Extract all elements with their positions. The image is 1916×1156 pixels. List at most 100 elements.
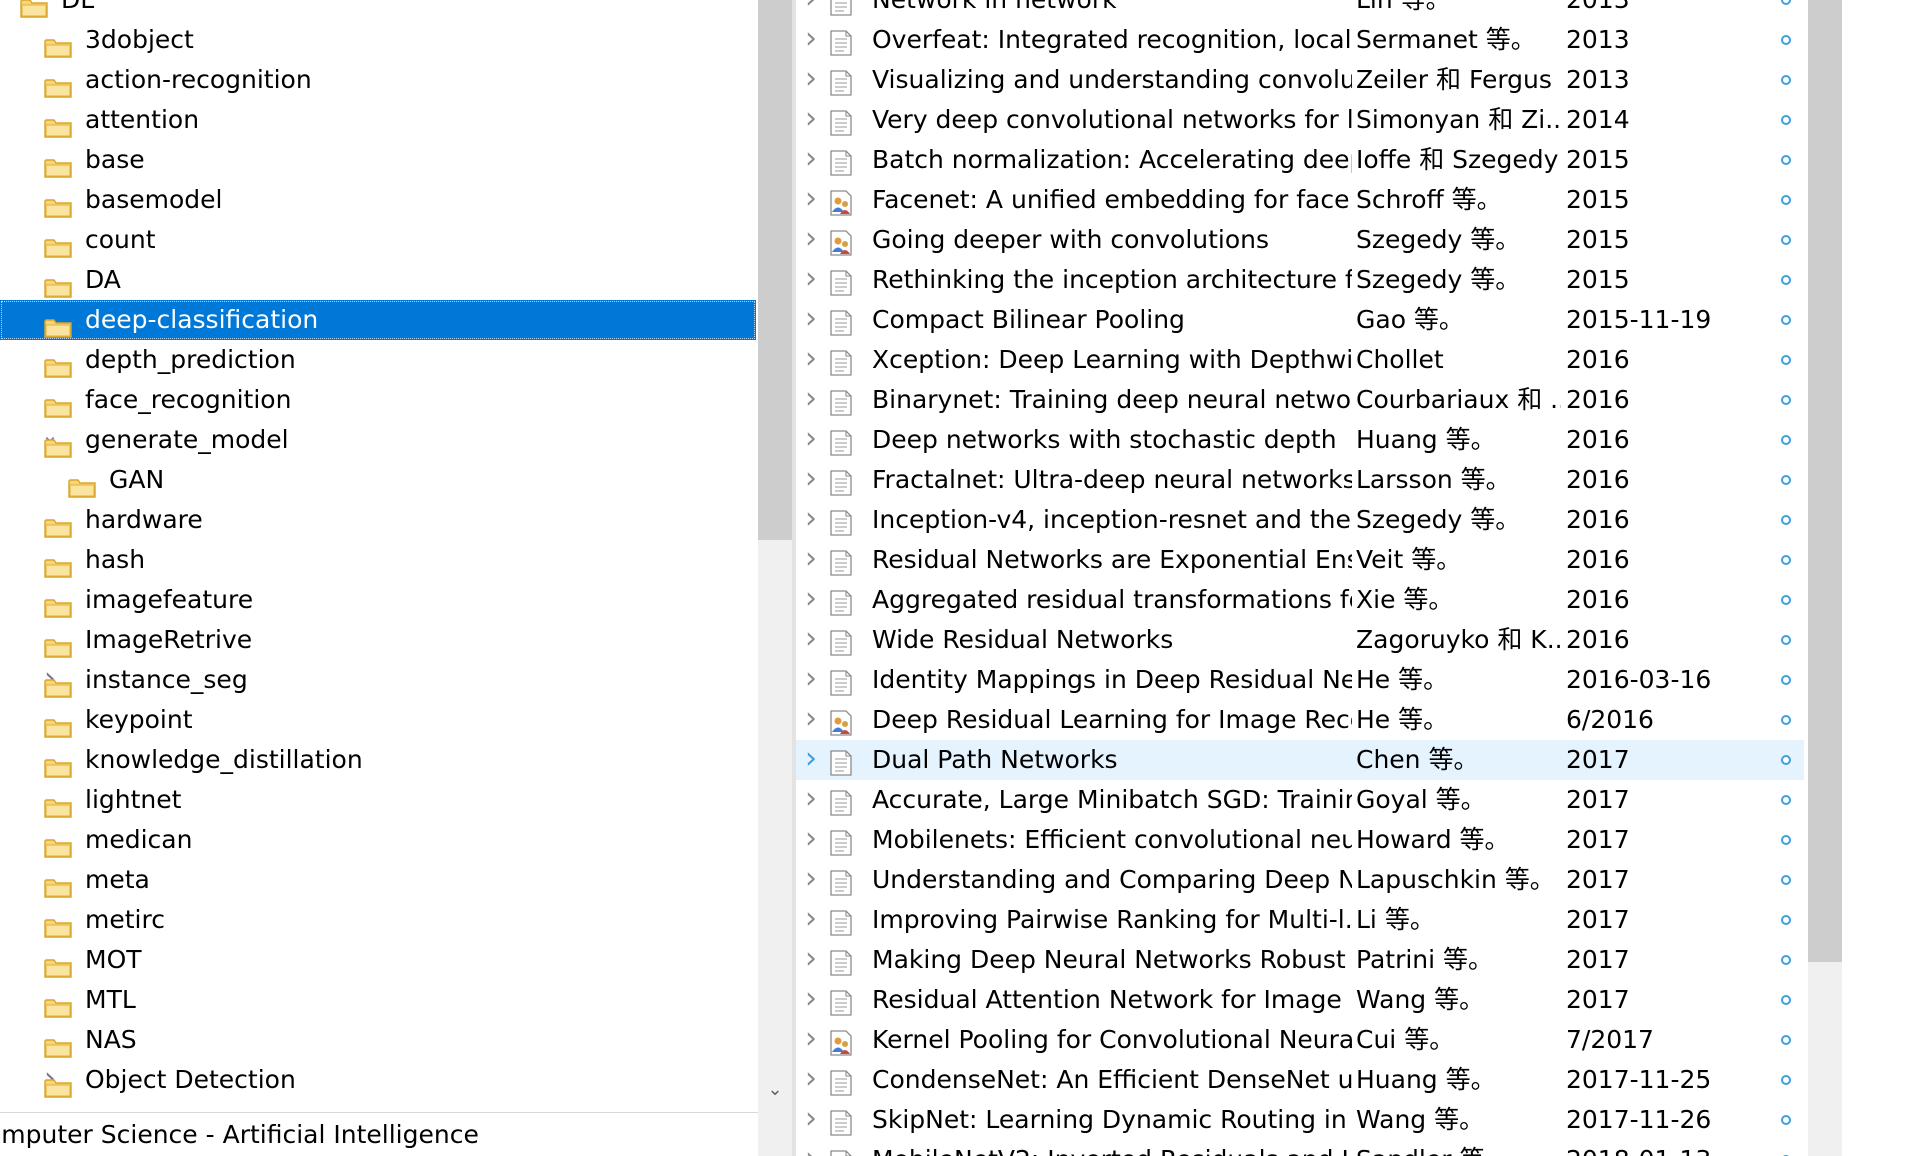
item-row[interactable]: › Visualizing and understanding convolu..… bbox=[796, 60, 1804, 100]
chevron-right-icon[interactable]: › bbox=[796, 700, 826, 740]
item-row[interactable]: › Deep Residual Learning for Image Reco..… bbox=[796, 700, 1804, 740]
item-row[interactable]: › Improving Pairwise Ranking for Multi-l.… bbox=[796, 900, 1804, 940]
tree-item-keypoint[interactable]: keypoint bbox=[0, 700, 758, 740]
chevron-right-icon[interactable]: › bbox=[796, 300, 826, 340]
tree-scrollbar-thumb[interactable] bbox=[758, 0, 792, 540]
tree-item-dl[interactable]: ⌄DL bbox=[0, 0, 758, 20]
item-row[interactable]: › CondenseNet: An Efficient DenseNet us..… bbox=[796, 1060, 1804, 1100]
item-row[interactable]: › Fractalnet: Ultra-deep neural networks … bbox=[796, 460, 1804, 500]
chevron-right-icon[interactable]: › bbox=[796, 1020, 826, 1060]
item-row[interactable]: › Kernel Pooling for Convolutional Neura.… bbox=[796, 1020, 1804, 1060]
tree-item-knowledge-distillation[interactable]: knowledge_distillation bbox=[0, 740, 758, 780]
tree-item-gan[interactable]: GAN bbox=[0, 460, 758, 500]
document-icon bbox=[830, 308, 852, 336]
chevron-right-icon[interactable]: › bbox=[796, 820, 826, 860]
item-row[interactable]: › Very deep convolutional networks for l.… bbox=[796, 100, 1804, 140]
item-row[interactable]: › Facenet: A unified embedding for face .… bbox=[796, 180, 1804, 220]
item-row[interactable]: › Dual Path Networks Chen 等。 2017 bbox=[796, 740, 1804, 780]
item-row[interactable]: › Deep networks with stochastic depth Huan… bbox=[796, 420, 1804, 460]
status-dot-icon bbox=[1781, 75, 1791, 85]
tree-item-depth-prediction[interactable]: depth_prediction bbox=[0, 340, 758, 380]
tree-item-da[interactable]: DA bbox=[0, 260, 758, 300]
tree-item-deep-classification[interactable]: deep-classification bbox=[0, 300, 756, 340]
chevron-right-icon[interactable]: › bbox=[796, 460, 826, 500]
item-row[interactable]: › Inception-v4, inception-resnet and the … bbox=[796, 500, 1804, 540]
chevron-right-icon[interactable]: › bbox=[796, 140, 826, 180]
item-row[interactable]: › Binarynet: Training deep neural networ.… bbox=[796, 380, 1804, 420]
chevron-right-icon[interactable]: › bbox=[796, 20, 826, 60]
chevron-right-icon[interactable]: › bbox=[796, 900, 826, 940]
tree-item-mot[interactable]: MOT bbox=[0, 940, 758, 980]
item-row[interactable]: › MobileNetV2: Inverted Residuals and Li.… bbox=[796, 1140, 1804, 1156]
tree-item-imagefeature[interactable]: imagefeature bbox=[0, 580, 758, 620]
tree-item-base[interactable]: base bbox=[0, 140, 758, 180]
chevron-right-icon[interactable]: › bbox=[796, 780, 826, 820]
tree-item-generate-model[interactable]: ⌄ generate_model bbox=[0, 420, 758, 460]
chevron-right-icon[interactable]: › bbox=[796, 260, 826, 300]
item-row[interactable]: › Residual Attention Network for Image ..… bbox=[796, 980, 1804, 1020]
tree-item-count[interactable]: count bbox=[0, 220, 758, 260]
document-icon bbox=[830, 28, 852, 56]
chevron-right-icon[interactable]: › bbox=[796, 580, 826, 620]
tree-item-3dobject[interactable]: 3dobject bbox=[0, 20, 758, 60]
item-row[interactable]: › Overfeat: Integrated recognition, local… bbox=[796, 20, 1804, 60]
item-row[interactable]: › Xception: Deep Learning with Depthwis..… bbox=[796, 340, 1804, 380]
tree-item-object-detection[interactable]: › Object Detection bbox=[0, 1060, 758, 1100]
tree-item-basemodel[interactable]: basemodel bbox=[0, 180, 758, 220]
chevron-right-icon[interactable]: › bbox=[796, 1140, 826, 1156]
chevron-right-icon[interactable]: › bbox=[796, 540, 826, 580]
chevron-right-icon[interactable]: › bbox=[796, 660, 826, 700]
item-row[interactable]: › Going deeper with convolutions Szegedy 等… bbox=[796, 220, 1804, 260]
chevron-right-icon[interactable]: › bbox=[796, 180, 826, 220]
items-scrollbar[interactable] bbox=[1808, 0, 1842, 1156]
tree-item-action-recognition[interactable]: action-recognition bbox=[0, 60, 758, 100]
tree-item-attention[interactable]: attention bbox=[0, 100, 758, 140]
item-row[interactable]: › Accurate, Large Minibatch SGD: Trainin.… bbox=[796, 780, 1804, 820]
tree-item-instance-seg[interactable]: › instance_seg bbox=[0, 660, 758, 700]
chevron-right-icon[interactable]: › bbox=[796, 420, 826, 460]
tree-scrollbar[interactable]: ⌄ bbox=[758, 0, 792, 1112]
tree-item-lightnet[interactable]: lightnet bbox=[0, 780, 758, 820]
tree-item-imageretrive[interactable]: ImageRetrive bbox=[0, 620, 758, 660]
tree-item-meta[interactable]: meta bbox=[0, 860, 758, 900]
item-row[interactable]: › Network in networkLin 等。2013 bbox=[796, 0, 1804, 20]
tree-item-nas[interactable]: NAS bbox=[0, 1020, 758, 1060]
tree-item-medican[interactable]: medican bbox=[0, 820, 758, 860]
tree-item-hardware[interactable]: hardware bbox=[0, 500, 758, 540]
chevron-right-icon[interactable]: › bbox=[796, 380, 826, 420]
chevron-right-icon[interactable]: › bbox=[796, 980, 826, 1020]
chevron-right-icon[interactable]: › bbox=[796, 340, 826, 380]
folder-icon bbox=[44, 70, 72, 98]
item-row[interactable]: › Residual Networks are Exponential Ens..… bbox=[796, 540, 1804, 580]
item-title: Very deep convolutional networks for l..… bbox=[872, 105, 1352, 134]
chevron-right-icon[interactable]: › bbox=[796, 740, 826, 780]
chevron-right-icon[interactable]: › bbox=[796, 0, 826, 20]
item-row[interactable]: › Identity Mappings in Deep Residual Ne..… bbox=[796, 660, 1804, 700]
item-row[interactable]: › Understanding and Comparing Deep N... La… bbox=[796, 860, 1804, 900]
item-row[interactable]: › SkipNet: Learning Dynamic Routing in ..… bbox=[796, 1100, 1804, 1140]
chevron-right-icon[interactable]: › bbox=[796, 500, 826, 540]
chevron-right-icon[interactable]: › bbox=[796, 100, 826, 140]
tree-item-mtl[interactable]: MTL bbox=[0, 980, 758, 1020]
item-row[interactable]: › Making Deep Neural Networks Robust ... P… bbox=[796, 940, 1804, 980]
tree-item-hash[interactable]: hash bbox=[0, 540, 758, 580]
chevron-right-icon[interactable]: › bbox=[796, 60, 826, 100]
item-row[interactable]: › Batch normalization: Accelerating deep.… bbox=[796, 140, 1804, 180]
item-row[interactable]: › Rethinking the inception architecture f… bbox=[796, 260, 1804, 300]
scroll-down-icon[interactable]: ⌄ bbox=[758, 1068, 792, 1112]
item-row[interactable]: › Compact Bilinear Pooling Gao 等。 2015-11-1… bbox=[796, 300, 1804, 340]
chevron-right-icon[interactable]: › bbox=[796, 940, 826, 980]
chevron-right-icon[interactable]: › bbox=[796, 1060, 826, 1100]
tree-item-face-recognition[interactable]: face_recognition bbox=[0, 380, 758, 420]
chevron-right-icon[interactable]: › bbox=[796, 1100, 826, 1140]
chevron-right-icon[interactable]: › bbox=[796, 860, 826, 900]
item-row[interactable]: › Mobilenets: Efficient convolutional neu… bbox=[796, 820, 1804, 860]
tree-item-metirc[interactable]: metirc bbox=[0, 900, 758, 940]
item-row[interactable]: › Wide Residual Networks Zagoruyko 和 K... 2… bbox=[796, 620, 1804, 660]
chevron-right-icon[interactable]: › bbox=[796, 620, 826, 660]
item-row[interactable]: › Aggregated residual transformations fo.… bbox=[796, 580, 1804, 620]
items-scrollbar-thumb[interactable] bbox=[1808, 0, 1842, 962]
item-title: Accurate, Large Minibatch SGD: Trainin..… bbox=[872, 785, 1352, 814]
status-dot-icon bbox=[1781, 555, 1791, 565]
chevron-right-icon[interactable]: › bbox=[796, 220, 826, 260]
